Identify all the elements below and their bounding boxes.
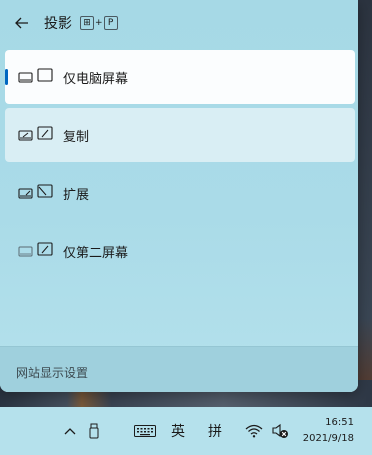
show-hidden-icons-button[interactable] bbox=[62, 419, 78, 443]
touch-keyboard-button[interactable] bbox=[132, 419, 158, 443]
windows-key-icon: ⊞ bbox=[80, 16, 94, 30]
clock[interactable]: 16:51 2021/9/18 bbox=[303, 415, 354, 447]
option-pc-screen-only[interactable]: 仅电脑屏幕 bbox=[5, 50, 355, 104]
p-key: P bbox=[103, 16, 118, 30]
shortcut-plus: + bbox=[95, 18, 103, 28]
pc-screen-only-icon bbox=[18, 68, 53, 83]
option-label: 仅电脑屏幕 bbox=[63, 71, 129, 87]
clock-date: 2021/9/18 bbox=[302, 433, 354, 444]
taskbar: 英 拼 16:51 2021/9/18 bbox=[0, 407, 372, 455]
volume-muted-icon bbox=[272, 423, 288, 438]
option-label: 仅第二屏幕 bbox=[63, 245, 129, 261]
display-settings-link[interactable]: 网站显示设置 bbox=[16, 364, 88, 381]
keyboard-icon bbox=[134, 425, 156, 437]
clock-time: 16:51 bbox=[325, 417, 354, 428]
duplicate-icon bbox=[18, 126, 53, 141]
option-label: 扩展 bbox=[63, 187, 90, 203]
chevron-up-icon bbox=[64, 428, 76, 435]
ime-mode-button[interactable]: 拼 bbox=[207, 419, 223, 443]
keyboard-shortcut-hint: ⊞ + P bbox=[80, 16, 118, 30]
network-button[interactable] bbox=[244, 419, 264, 443]
option-extend[interactable]: 扩展 bbox=[5, 166, 355, 220]
flyout-header: 投影 ⊞ + P bbox=[0, 0, 358, 46]
selection-indicator bbox=[5, 69, 8, 85]
back-button[interactable] bbox=[7, 8, 37, 38]
volume-button[interactable] bbox=[270, 419, 290, 443]
flyout-footer: 网站显示设置 bbox=[0, 346, 358, 392]
option-duplicate[interactable]: 复制 bbox=[5, 108, 355, 162]
back-arrow-icon bbox=[15, 17, 28, 29]
ime-language-button[interactable]: 英 bbox=[170, 419, 186, 443]
second-screen-only-icon bbox=[18, 242, 53, 257]
extend-icon bbox=[18, 184, 53, 199]
page-title: 投影 bbox=[44, 16, 72, 32]
project-flyout: 投影 ⊞ + P 仅电脑屏幕 复制 扩展 仅第二屏幕 网站显示设置 bbox=[0, 0, 358, 392]
usb-drive-icon bbox=[89, 423, 99, 439]
option-second-screen-only[interactable]: 仅第二屏幕 bbox=[5, 224, 355, 278]
wifi-icon bbox=[245, 424, 263, 438]
option-label: 复制 bbox=[63, 129, 90, 145]
usb-drive-tray-button[interactable] bbox=[86, 419, 102, 443]
